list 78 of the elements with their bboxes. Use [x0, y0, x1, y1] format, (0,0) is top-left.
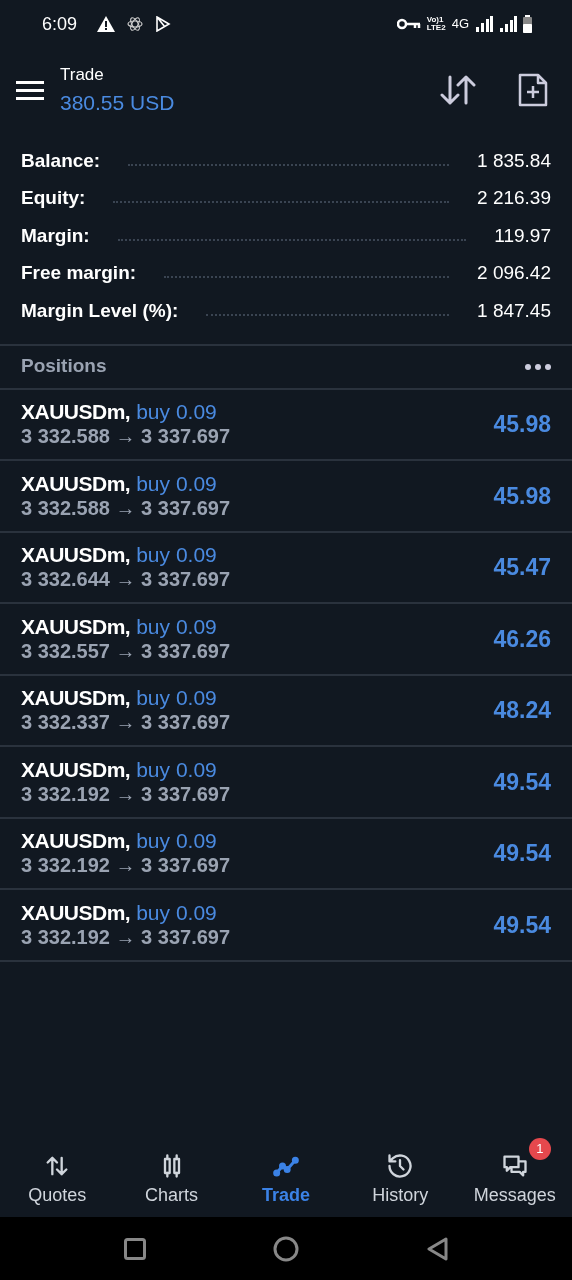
order-type: buy 0.09: [136, 899, 217, 925]
profit-value: 45.98: [493, 410, 551, 439]
key-icon: [396, 18, 421, 30]
position-row[interactable]: XAUUSDm, buy 0.09 3 332.588 → 3 337.697 45.98: [0, 387, 572, 459]
battery-icon: [523, 15, 532, 33]
summary-label: Balance:: [21, 148, 101, 173]
profit-value: 49.54: [493, 767, 551, 797]
profit-value: 46.26: [493, 624, 551, 654]
account-balance: 380.55 USD: [60, 90, 175, 116]
summary-label: Equity:: [21, 186, 86, 210]
symbol: XAUUSDm,: [21, 685, 131, 711]
symbol: XAUUSDm,: [21, 899, 131, 925]
position-row[interactable]: XAUUSDm, buy 0.09 3 332.337 → 3 337.697 48.24: [0, 673, 572, 745]
price-change: 3 332.588 → 3 337.697: [21, 424, 231, 450]
atom-icon: [127, 16, 144, 32]
summary-label: Margin Level (%):: [21, 298, 179, 323]
symbol: XAUUSDm,: [21, 756, 131, 782]
symbol: XAUUSDm,: [21, 613, 131, 639]
new-document-icon[interactable]: [518, 73, 548, 107]
order-type: buy 0.09: [136, 828, 217, 854]
order-type: buy 0.09: [136, 399, 217, 425]
position-row[interactable]: XAUUSDm, buy 0.09 3 332.192 → 3 337.697 49.54: [0, 745, 572, 817]
symbol: XAUUSDm,: [21, 828, 131, 854]
symbol: XAUUSDm,: [21, 542, 131, 568]
summary-value: 1 847.45: [477, 298, 551, 323]
profit-value: 49.54: [493, 910, 551, 940]
menu-icon[interactable]: [16, 80, 44, 100]
price-change: 3 332.192 → 3 337.697: [21, 853, 231, 879]
price-change: 3 332.644 → 3 337.697: [21, 567, 231, 593]
profit-value: 45.98: [493, 481, 551, 511]
nav-tab[interactable]: Charts: [121, 1138, 222, 1209]
price-change: 3 332.588 → 3 337.697: [21, 495, 231, 521]
recents-icon[interactable]: [123, 1237, 146, 1260]
nav-tab[interactable]: History: [350, 1138, 451, 1209]
position-row[interactable]: XAUUSDm, buy 0.09 3 332.192 → 3 337.697 49.54: [0, 816, 572, 888]
summary-value: 2 096.42: [477, 261, 551, 285]
summary-value: 119.97: [494, 223, 551, 248]
price-change: 3 332.557 → 3 337.697: [21, 638, 231, 664]
order-type: buy 0.09: [136, 542, 217, 568]
order-type: buy 0.09: [136, 470, 217, 496]
symbol: XAUUSDm,: [21, 399, 131, 425]
position-row[interactable]: XAUUSDm, buy 0.09 3 332.192 → 3 337.697 49.54: [0, 888, 572, 960]
nav-tab[interactable]: 1 Messages: [464, 1138, 565, 1209]
more-icon[interactable]: [525, 363, 551, 370]
nav-tab[interactable]: Quotes: [7, 1138, 108, 1209]
summary-value: 2 216.39: [477, 186, 551, 210]
summary-label: Margin:: [21, 223, 90, 248]
history-icon: [386, 1152, 415, 1180]
price-change: 3 332.192 → 3 337.697: [21, 924, 231, 950]
position-row[interactable]: XAUUSDm, buy 0.09 3 332.557 → 3 337.697 46.26: [0, 602, 572, 674]
order-type: buy 0.09: [136, 756, 217, 782]
play-icon: [155, 16, 172, 32]
profit-value: 49.54: [493, 839, 551, 868]
back-icon[interactable]: [426, 1236, 449, 1261]
nav-tab[interactable]: Trade: [235, 1138, 336, 1209]
position-row[interactable]: XAUUSDm, buy 0.09 3 332.588 → 3 337.697 45.98: [0, 459, 572, 531]
section-title: Positions: [21, 354, 107, 379]
summary-value: 1 835.84: [477, 148, 551, 173]
summary-label: Free margin:: [21, 261, 137, 285]
notification-badge: 1: [528, 1138, 551, 1160]
status-time: 6:09: [42, 12, 78, 36]
sort-arrows-icon[interactable]: [440, 73, 476, 107]
volte-label: Vo)1: [426, 16, 444, 24]
profit-value: 48.24: [493, 696, 551, 725]
screen-title: Trade: [60, 63, 105, 86]
symbol: XAUUSDm,: [21, 470, 131, 496]
warning-icon: [97, 16, 116, 32]
profit-value: 45.47: [493, 553, 551, 582]
lte-label: LTE2: [426, 24, 446, 32]
position-row[interactable]: XAUUSDm, buy 0.09 3 332.644 → 3 337.697 45.47: [0, 530, 572, 602]
signal-icon: [475, 16, 493, 32]
order-type: buy 0.09: [136, 613, 217, 639]
price-change: 3 332.192 → 3 337.697: [21, 781, 231, 807]
signal-icon: [499, 16, 517, 32]
order-type: buy 0.09: [136, 685, 217, 711]
home-icon[interactable]: [273, 1235, 299, 1262]
price-change: 3 332.337 → 3 337.697: [21, 710, 231, 736]
network-type: 4G: [451, 15, 469, 34]
